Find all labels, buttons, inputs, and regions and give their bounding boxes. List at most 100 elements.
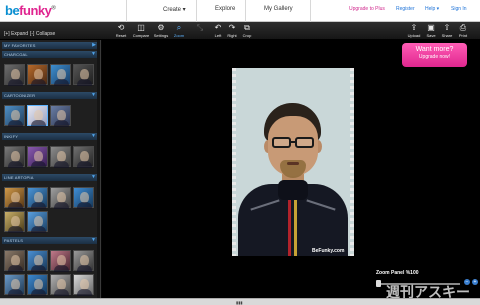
sign-in-link[interactable]: Sign In: [451, 6, 467, 12]
effect-thumbnail[interactable]: [50, 187, 71, 209]
befunky-logo[interactable]: befunky®: [5, 3, 56, 18]
compare-icon: ◫: [137, 23, 145, 32]
top-navigation-bar: befunky® Create ▾ Explore My Gallery Upg…: [0, 0, 480, 22]
category-inkify[interactable]: INKIFY ▼: [2, 133, 98, 140]
crop-label: Crop: [242, 33, 252, 38]
photo-frame-edge: [232, 68, 236, 256]
portrait-mouth: [287, 162, 299, 165]
nav-divider: [126, 0, 127, 22]
crop-button[interactable]: ⧉ Crop: [236, 23, 258, 39]
zoom-icon: ⌕: [176, 23, 182, 32]
collapse-arrow-icon: ▼: [91, 92, 96, 98]
help-menu[interactable]: Help ▾: [425, 6, 439, 12]
editor-toolbar: [+] Expand [-] Collapse ⟲ Reset ◫ Compar…: [0, 22, 480, 40]
collapse-arrow-icon: ▼: [91, 133, 96, 139]
category-label: PASTELS: [4, 238, 24, 243]
upgrade-promo-button[interactable]: Want more? Upgrade now!: [402, 43, 467, 67]
glasses-lens: [295, 137, 314, 148]
explore-link[interactable]: Explore: [215, 6, 235, 12]
effect-thumbnail[interactable]: [73, 187, 94, 209]
logo-be: be: [5, 3, 20, 18]
zipper-stripe-yellow: [294, 198, 297, 256]
effect-thumbnail[interactable]: [27, 187, 48, 209]
category-my-favorites[interactable]: MY FAVORITES ▶: [2, 42, 98, 49]
bottom-scroll-bar[interactable]: ▮▮▮: [0, 298, 480, 305]
scroll-handle[interactable]: ▮▮▮: [236, 300, 243, 305]
effect-thumbnail[interactable]: [73, 274, 94, 296]
category-label: INKIFY: [4, 134, 19, 139]
effect-thumbnail[interactable]: [4, 146, 25, 168]
photo-watermark: BeFunky.com: [312, 248, 345, 254]
effect-thumbnail[interactable]: [27, 211, 48, 233]
zipper-stripe-red: [288, 198, 291, 256]
effect-thumbnail[interactable]: [27, 146, 48, 168]
effect-thumbnail[interactable]: [50, 105, 71, 127]
compare-button[interactable]: ◫ Compare: [130, 23, 152, 39]
effect-thumbnail[interactable]: [4, 105, 25, 127]
effect-thumbnail[interactable]: [73, 250, 94, 272]
effect-thumbnail[interactable]: [73, 64, 94, 86]
nav-divider: [245, 0, 246, 22]
effect-thumbnail[interactable]: [50, 274, 71, 296]
glasses-lens: [272, 137, 291, 148]
photo-frame-edge: [350, 68, 354, 256]
reset-button[interactable]: ⟲ Reset: [110, 23, 132, 39]
effect-thumbnail[interactable]: [4, 64, 25, 86]
print-icon: ⎙: [459, 23, 467, 32]
promo-subline: Upgrade now!: [418, 54, 451, 60]
upgrade-link[interactable]: Upgrade to Plus: [349, 6, 385, 12]
effect-thumbnail[interactable]: [27, 250, 48, 272]
edited-photo[interactable]: BeFunky.com: [232, 68, 354, 256]
category-label: MY FAVORITES: [4, 43, 36, 48]
expand-arrow-icon: ▶: [92, 42, 96, 48]
portrait-collar: [278, 180, 308, 200]
collapse-arrow-icon: ▼: [91, 174, 96, 180]
nav-divider: [310, 0, 311, 22]
collapse-arrow-icon: ▼: [91, 237, 96, 243]
effect-thumbnail[interactable]: [4, 250, 25, 272]
sidebar-scrollbar[interactable]: [97, 40, 100, 298]
category-charcoal[interactable]: CHARCOAL ▼: [2, 51, 98, 58]
effect-thumbnail[interactable]: [50, 250, 71, 272]
promo-headline: Want more?: [415, 46, 454, 53]
collapse-arrow-icon: ▼: [91, 51, 96, 57]
category-label: LINE ARTOPIA: [4, 175, 34, 180]
create-menu[interactable]: Create ▾: [163, 6, 186, 13]
compare-label: Compare: [132, 33, 150, 38]
category-pastels[interactable]: PASTELS ▼: [2, 237, 98, 244]
effect-thumbnail-selected[interactable]: [27, 105, 48, 127]
reset-icon: ⟲: [117, 23, 125, 32]
print-label: Print: [458, 33, 468, 38]
zoom-button[interactable]: ⌕ Zoom: [168, 23, 190, 39]
effect-thumbnail[interactable]: [50, 146, 71, 168]
zoom-in-button[interactable]: +: [472, 279, 478, 285]
effect-thumbnail[interactable]: [27, 274, 48, 296]
zoom-panel-title: Zoom Panel %100: [376, 270, 419, 276]
crop-icon: ⧉: [244, 23, 250, 32]
effect-thumbnail[interactable]: [27, 64, 48, 86]
photo-canvas: Want more? Upgrade now! BeFunky.com: [102, 40, 480, 298]
category-label: CHARCOAL: [4, 52, 28, 57]
logo-funky: funky: [19, 3, 52, 18]
effect-thumbnail[interactable]: [50, 64, 71, 86]
effects-sidebar: MY FAVORITES ▶ CHARCOAL ▼ CARTOONIZER ▼ …: [0, 40, 101, 298]
logo-mark: ®: [51, 5, 56, 12]
collapse-button[interactable]: [-] Collapse: [30, 31, 55, 37]
register-link[interactable]: Register: [396, 6, 415, 12]
expand-button[interactable]: [+] Expand: [4, 31, 28, 37]
print-button[interactable]: ⎙ Print: [452, 23, 474, 39]
category-label: CARTOONIZER: [4, 93, 36, 98]
glasses-bridge: [290, 141, 296, 143]
zoom-slider-handle[interactable]: [376, 280, 381, 287]
reset-label: Reset: [115, 33, 127, 38]
befunky-editor: befunky® Create ▾ Explore My Gallery Upg…: [0, 0, 480, 305]
effect-thumbnail[interactable]: [4, 187, 25, 209]
category-line-artopia[interactable]: LINE ARTOPIA ▼: [2, 174, 98, 181]
category-cartoonizer[interactable]: CARTOONIZER ▼: [2, 92, 98, 99]
effect-thumbnail[interactable]: [4, 274, 25, 296]
zoom-label: Zoom: [173, 33, 185, 38]
nav-divider: [196, 0, 197, 22]
my-gallery-link[interactable]: My Gallery: [264, 6, 293, 12]
effect-thumbnail[interactable]: [4, 211, 25, 233]
effect-thumbnail[interactable]: [73, 146, 94, 168]
